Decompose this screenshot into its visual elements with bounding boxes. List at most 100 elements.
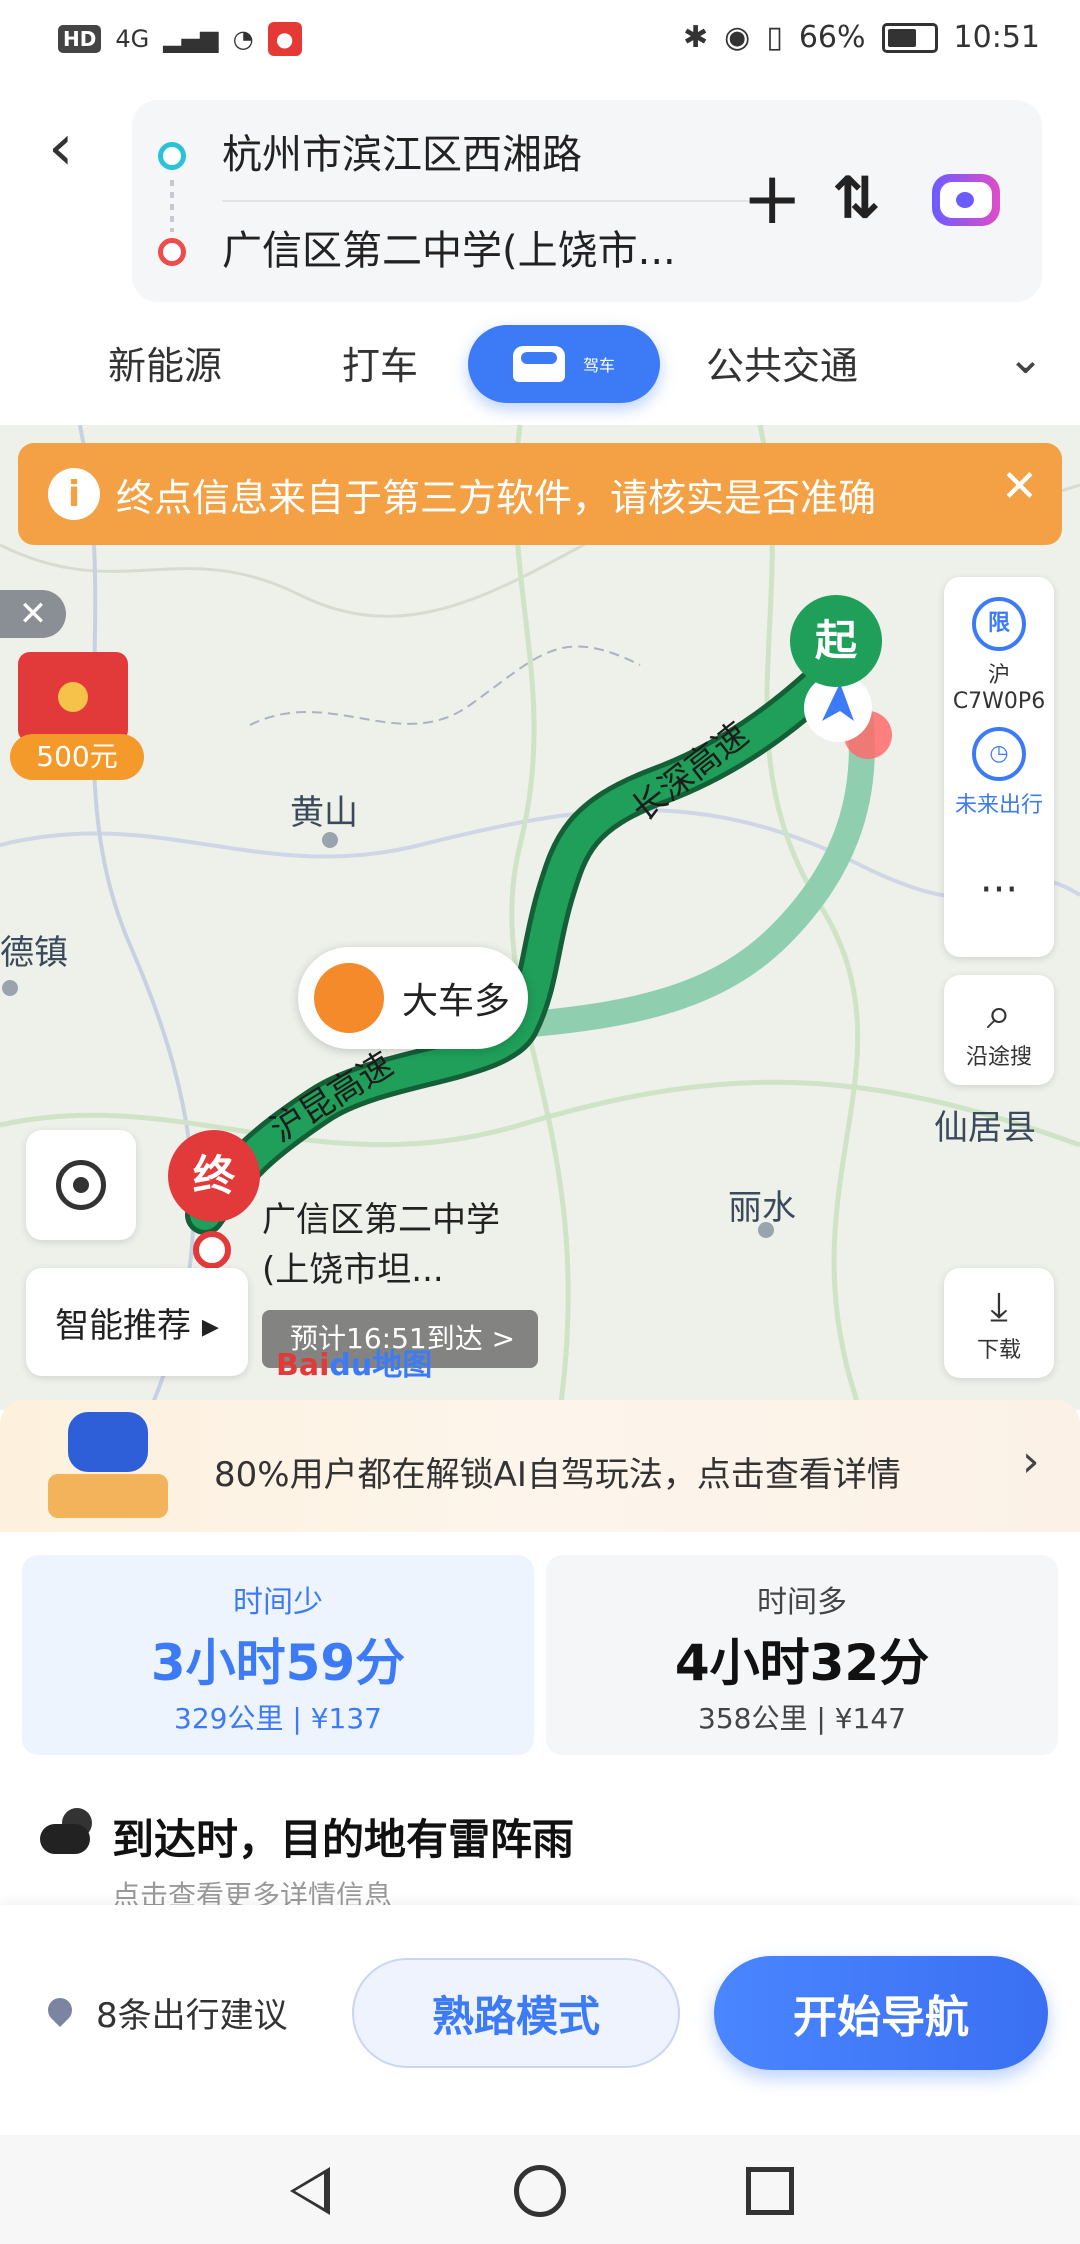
red-packet-icon (18, 652, 128, 742)
route-tag: 时间多 (757, 1585, 847, 1620)
destination-name-line2: (上饶市坦... (262, 1250, 444, 1290)
search-icon: ⌕ (986, 988, 1012, 1039)
weather-alert[interactable]: 到达时，目的地有雷阵雨 (112, 1806, 574, 1867)
download-item: ⤓ 下载 (944, 1282, 1054, 1364)
locate-icon (56, 1160, 106, 1210)
clock: 10:51 (953, 20, 1040, 55)
route-distance: 358公里 (698, 1702, 808, 1735)
start-marker: 起 (790, 595, 882, 687)
tab-drive[interactable]: 驾车 (468, 325, 660, 403)
locate-button[interactable] (26, 1130, 136, 1240)
red-packet-promo[interactable]: 500元 (4, 652, 146, 784)
travel-advice-link[interactable]: 8条出行建议 (96, 1988, 288, 2037)
truck-warning-text: 大车多 (402, 981, 511, 1022)
baidu-map-logo: Baidu地图 (276, 1340, 432, 1384)
map-label-lishui: 丽水 (728, 1188, 796, 1228)
tab-new-energy[interactable]: 新能源 (108, 335, 222, 390)
tab-drive-label: 驾车 (582, 356, 615, 375)
search-along-label: 沿途搜 (965, 1045, 1032, 1070)
location-icon: ◉ (724, 20, 751, 55)
restriction-icon: 限 (972, 597, 1026, 651)
start-dot-icon (158, 142, 186, 170)
assistant-icon[interactable] (932, 174, 1000, 226)
tab-public-transit[interactable]: 公共交通 (706, 335, 858, 390)
download-icon: ⤓ (990, 1284, 1008, 1330)
route-option-fastest[interactable]: 时间少 3小时59分 329公里 | ¥137 (22, 1555, 534, 1755)
truck-icon (314, 963, 384, 1033)
robot-icon (48, 1412, 168, 1522)
back-button[interactable]: ‹ (48, 116, 98, 188)
notice-text: 终点信息来自于第三方软件，请核实是否准确 (116, 475, 877, 520)
route-input-card: 杭州市滨江区西湘路 广信区第二中学(上饶市... + ⇅ (132, 100, 1042, 302)
add-waypoint-button[interactable]: + (742, 162, 802, 234)
info-icon: i (48, 468, 100, 520)
logo-text-blue: du地图 (329, 1348, 433, 1383)
chevron-right-icon[interactable]: › (1022, 1436, 1040, 1487)
location-pin-icon (48, 1998, 72, 2030)
battery-icon (881, 22, 938, 53)
plate-restriction-button[interactable]: 限 沪C7W0P6 (944, 597, 1054, 714)
route-tag: 时间少 (233, 1585, 323, 1620)
truck-warning-bubble[interactable]: 大车多 (298, 947, 528, 1049)
close-icon[interactable]: ✕ (1001, 461, 1038, 512)
destination-notice: i 终点信息来自于第三方软件，请核实是否准确 ✕ (18, 443, 1062, 545)
transport-tabs: 新能源 打车 驾车 公共交通 ⌄ (0, 325, 1080, 405)
promo-amount: 500元 (10, 734, 144, 780)
nav-back-icon[interactable] (290, 2167, 330, 2215)
thunderstorm-icon (40, 1808, 98, 1858)
map-label-xianju: 仙居县 (934, 1108, 1036, 1148)
route-duration: 4小时32分 (674, 1634, 930, 1692)
route-distance: 329公里 (174, 1702, 284, 1735)
battery-percent: 66% (798, 20, 866, 55)
map-canvas (0, 425, 1080, 1410)
search-along-button[interactable]: ⌕ 沿途搜 (944, 975, 1054, 1085)
microphone-icon: ● (267, 22, 302, 56)
future-trip-button[interactable]: ◷ 未来出行 (944, 727, 1054, 819)
hd-badge: HD (58, 25, 102, 53)
map-label-town: 德镇 (0, 933, 68, 973)
car-icon (512, 346, 565, 382)
start-navigation-button[interactable]: 开始导航 (714, 1956, 1048, 2070)
route-toll: ¥137 (310, 1702, 382, 1735)
route-option-alternative[interactable]: 时间多 4小时32分 358公里 | ¥147 (546, 1555, 1058, 1755)
swap-route-button[interactable]: ⇅ (832, 164, 881, 232)
route-toll: ¥147 (834, 1702, 906, 1735)
end-dot-icon (158, 238, 186, 266)
wifi-icon: ◔ (232, 25, 254, 53)
logo-text-red: Bai (276, 1348, 330, 1383)
nav-home-icon[interactable] (514, 2165, 566, 2217)
nav-recents-icon[interactable] (746, 2167, 794, 2215)
divider (222, 200, 762, 202)
origin-field[interactable]: 杭州市滨江区西湘路 (222, 122, 582, 180)
destination-name: 广信区第二中学 (262, 1200, 500, 1240)
route-info: 358公里 | ¥147 (698, 1702, 906, 1735)
bluetooth-icon: ✱ (683, 20, 709, 55)
download-label: 下载 (976, 1338, 1021, 1363)
route-connector (170, 180, 174, 232)
signal-icon: ▂▄▆ (163, 25, 219, 53)
network-label: 4G (115, 25, 150, 53)
destination-map-label: 广信区第二中学 (上饶市坦... (262, 1195, 500, 1295)
download-button[interactable]: ⤓ 下载 (944, 1268, 1054, 1378)
destination-field[interactable]: 广信区第二中学(上饶市... (222, 218, 722, 276)
plate-number: 沪C7W0P6 (952, 663, 1046, 714)
status-right: ✱ ◉ ▯ 66% 10:51 (683, 20, 1040, 55)
route-duration: 3小时59分 (150, 1634, 406, 1692)
map-side-tools: 限 沪C7W0P6 ◷ 未来出行 ··· (944, 577, 1054, 957)
chevron-down-icon[interactable]: ⌄ (1007, 333, 1044, 384)
map-label-huangshan: 黄山 (290, 793, 358, 833)
map-view[interactable]: 黄山 丽水 仙居县 德镇 长深高速 沪昆高速 (0, 425, 1080, 1410)
more-button[interactable]: ··· (944, 867, 1054, 913)
end-marker: 终 (168, 1130, 260, 1222)
promo-close-icon[interactable]: ✕ (0, 590, 66, 638)
status-left: HD 4G ▂▄▆ ◔ ● (58, 22, 302, 56)
search-along-item: ⌕ 沿途搜 (944, 989, 1054, 1071)
clock-icon: ◷ (972, 727, 1026, 781)
tab-taxi[interactable]: 打车 (342, 335, 418, 390)
vibrate-icon: ▯ (766, 20, 783, 55)
status-bar: HD 4G ▂▄▆ ◔ ● ✱ ◉ ▯ 66% 10:51 (0, 0, 1080, 80)
system-nav-bar (0, 2135, 1080, 2244)
banner-text: 80%用户都在解锁AI自驾玩法，点击查看详情 (214, 1455, 901, 1495)
familiar-route-mode-button[interactable]: 熟路模式 (352, 1958, 680, 2068)
smart-sort-button[interactable]: 智能推荐 ▸ (26, 1268, 248, 1376)
